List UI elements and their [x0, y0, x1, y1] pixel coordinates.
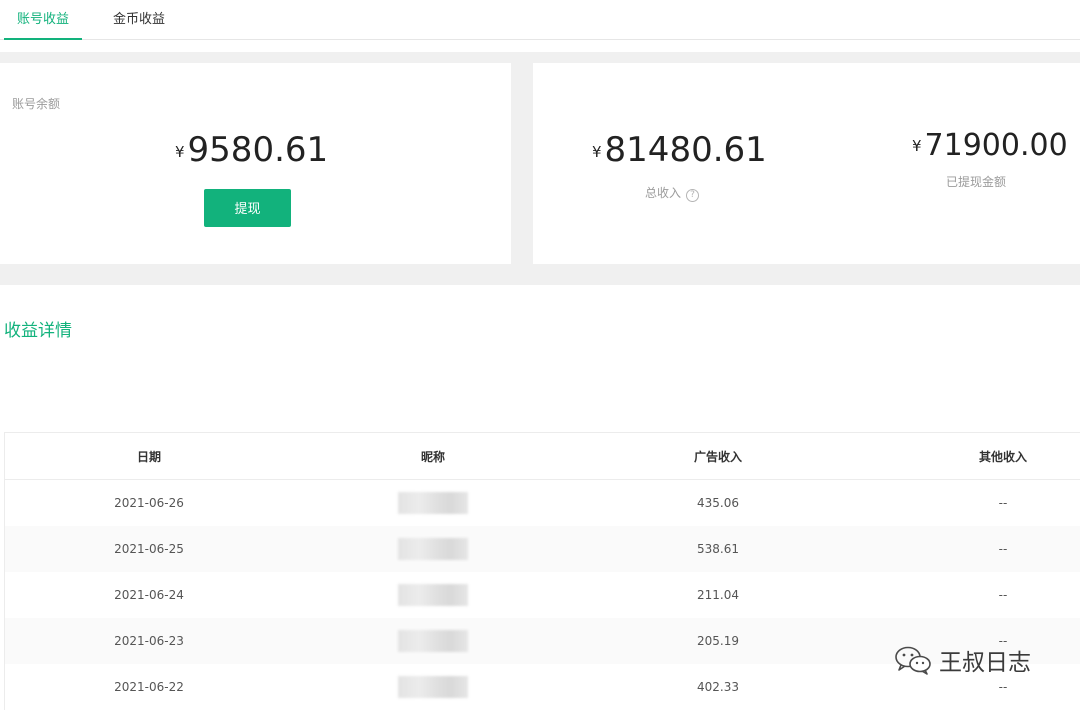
table-row: 2021-06-24 211.04 -- [5, 572, 1080, 618]
table-header-row: 日期 昵称 广告收入 其他收入 [5, 433, 1080, 480]
total-income-amount: ¥81480.61 [592, 130, 767, 170]
total-income-label-text: 总收入 [645, 186, 682, 200]
withdrawn-value: 71900.00 [924, 128, 1068, 163]
help-icon[interactable]: ? [686, 189, 700, 202]
nickname-cell [333, 618, 533, 664]
tab-account-earnings[interactable]: 账号收益 [4, 0, 82, 40]
currency-symbol: ¥ [912, 137, 922, 155]
date-cell: 2021-06-24 [114, 588, 184, 602]
watermark: 王叔日志 [893, 642, 1031, 678]
date-cell: 2021-06-23 [114, 634, 184, 648]
date-cell: 2021-06-22 [114, 680, 184, 694]
nickname-cell [333, 664, 533, 710]
tab-bar: 账号收益 金币收益 [0, 0, 1080, 40]
section-title-earnings-details: 收益详情 [4, 321, 72, 341]
balance-label: 账号余额 [12, 97, 61, 111]
balance-value: 9580.61 [187, 130, 329, 170]
nickname-cell [333, 480, 533, 526]
blurred-nickname [398, 584, 468, 606]
withdrawn-amount: ¥71900.00 [912, 128, 1068, 163]
blurred-nickname [398, 630, 468, 652]
currency-symbol: ¥ [592, 143, 602, 161]
blurred-nickname [398, 676, 468, 698]
blurred-nickname [398, 492, 468, 514]
ad-income-cell: 402.33 [697, 680, 739, 694]
date-cell: 2021-06-26 [114, 496, 184, 510]
column-header-nickname: 昵称 [420, 449, 445, 464]
watermark-text: 王叔日志 [939, 650, 1031, 676]
total-income-value: 81480.61 [604, 130, 767, 170]
ad-income-cell: 538.61 [697, 542, 739, 556]
nickname-cell [333, 572, 533, 618]
tab-coin-earnings[interactable]: 金币收益 [100, 0, 178, 39]
withdrawn-label: 已提现金额 [946, 175, 1007, 189]
table-row: 2021-06-25 538.61 -- [5, 526, 1080, 572]
column-header-other-income: 其他收入 [978, 449, 1027, 464]
total-income-label: 总收入? [645, 184, 700, 202]
withdraw-button[interactable]: 提现 [204, 189, 291, 227]
date-cell: 2021-06-25 [114, 542, 184, 556]
blurred-nickname [398, 538, 468, 560]
other-income-cell: -- [998, 542, 1008, 556]
wechat-icon [895, 646, 931, 675]
ad-income-cell: 435.06 [697, 496, 739, 510]
column-header-date: 日期 [136, 449, 161, 464]
ad-income-cell: 211.04 [697, 588, 739, 602]
column-header-ad-income: 广告收入 [693, 449, 742, 464]
currency-symbol: ¥ [175, 143, 185, 161]
nickname-cell [333, 526, 533, 572]
table-row: 2021-06-26 435.06 -- [5, 480, 1080, 526]
ad-income-cell: 205.19 [697, 634, 739, 648]
other-income-cell: -- [998, 496, 1008, 510]
other-income-cell: -- [998, 588, 1008, 602]
balance-amount: ¥9580.61 [175, 130, 328, 170]
